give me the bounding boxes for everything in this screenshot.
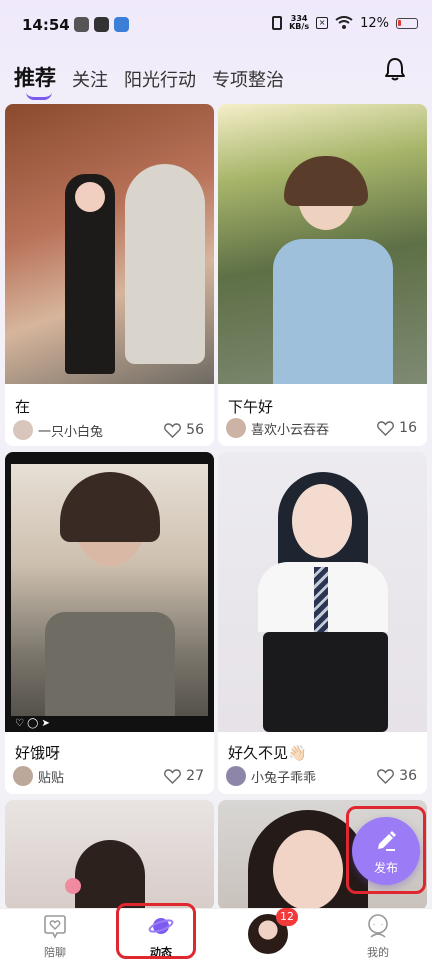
nav-label: 陪聊 [44, 946, 66, 959]
post-title: 下午好 [228, 398, 274, 416]
post-card[interactable]: ♡ ◯ ➤ 好饿呀 贴贴 27 [5, 452, 214, 794]
like-button[interactable]: 36 [377, 768, 417, 784]
like-count: 56 [186, 422, 204, 438]
network-speed-unit: KB/s [289, 22, 310, 31]
post-author[interactable]: 喜欢小云吞吞 [251, 419, 377, 438]
heart-icon [164, 422, 182, 438]
post-meta: 喜欢小云吞吞 16 [226, 418, 417, 438]
tab-special-rectification[interactable]: 专项整治 [212, 66, 284, 92]
post-image[interactable] [5, 800, 214, 910]
post-card[interactable]: 下午好 喜欢小云吞吞 16 [218, 104, 427, 446]
heart-icon [377, 420, 395, 436]
nav-item-me[interactable]: 我的 [343, 913, 413, 960]
nav-item-chat[interactable]: 陪聊 [20, 913, 90, 960]
post-card[interactable]: 在 一只小白兔 56 [5, 104, 214, 446]
wifi-icon [335, 16, 353, 29]
post-meta: 一只小白兔 56 [13, 420, 204, 440]
post-title: 好久不见👋🏻 [228, 744, 307, 762]
status-bar: 14:54 334 KB/s × 12% [0, 0, 432, 50]
tab-sunshine-action[interactable]: 阳光行动 [124, 66, 196, 92]
like-count: 16 [399, 420, 417, 436]
post-image[interactable]: ♡ ◯ ➤ [5, 452, 214, 732]
post-meta: 贴贴 27 [13, 766, 204, 786]
status-time: 14:54 [22, 16, 70, 34]
avatar[interactable] [226, 418, 246, 438]
post-title: 在 [15, 398, 31, 416]
like-count: 27 [186, 768, 204, 784]
post-card[interactable] [5, 800, 214, 910]
heart-icon [377, 768, 395, 784]
avatar[interactable] [13, 766, 33, 786]
vibrate-icon [272, 16, 283, 30]
post-image[interactable] [5, 104, 214, 384]
post-author[interactable]: 小兔子乖乖 [251, 767, 377, 786]
heart-icon [164, 768, 182, 784]
network-speed: 334 KB/s [289, 15, 309, 31]
app-notification-icon [94, 17, 109, 32]
feed-tabs: 推荐 关注 阳光行动 专项整治 [14, 52, 284, 100]
app-notification-icon [74, 17, 89, 32]
post-author[interactable]: 贴贴 [38, 767, 164, 786]
post-image[interactable] [218, 104, 427, 384]
active-tab-indicator [26, 92, 52, 100]
post-title: 好饿呀 [15, 744, 61, 762]
battery-percent: 12% [360, 15, 389, 31]
no-sim-icon: × [316, 17, 329, 29]
message-badge: 12 [276, 908, 298, 926]
like-button[interactable]: 27 [164, 768, 204, 784]
nav-label: 我的 [367, 946, 389, 959]
avatar[interactable] [13, 420, 33, 440]
avatar[interactable] [226, 766, 246, 786]
bell-icon[interactable] [384, 56, 406, 82]
like-count: 36 [399, 768, 417, 784]
like-button[interactable]: 16 [377, 420, 417, 436]
app-notification-icon [114, 17, 129, 32]
bottom-nav: 陪聊 动态 12 我的 [0, 903, 432, 964]
screen: 14:54 334 KB/s × 12% 推荐 关注 阳光行动 专项整治 在 一… [0, 0, 432, 964]
status-app-icons [74, 17, 129, 32]
post-image[interactable] [218, 452, 427, 732]
post-card[interactable]: 好久不见👋🏻 小兔子乖乖 36 [218, 452, 427, 794]
highlight-box [346, 806, 426, 894]
tab-following[interactable]: 关注 [72, 66, 108, 92]
profile-icon [368, 914, 388, 938]
battery-icon [396, 17, 418, 29]
post-meta: 小兔子乖乖 36 [226, 766, 417, 786]
tab-recommend[interactable]: 推荐 [14, 62, 56, 100]
highlight-box [116, 903, 196, 959]
tab-label: 推荐 [14, 66, 56, 90]
heart-chat-icon [44, 915, 66, 939]
post-author[interactable]: 一只小白兔 [38, 421, 164, 440]
like-button[interactable]: 56 [164, 422, 204, 438]
status-right: 334 KB/s × 12% [272, 15, 418, 31]
